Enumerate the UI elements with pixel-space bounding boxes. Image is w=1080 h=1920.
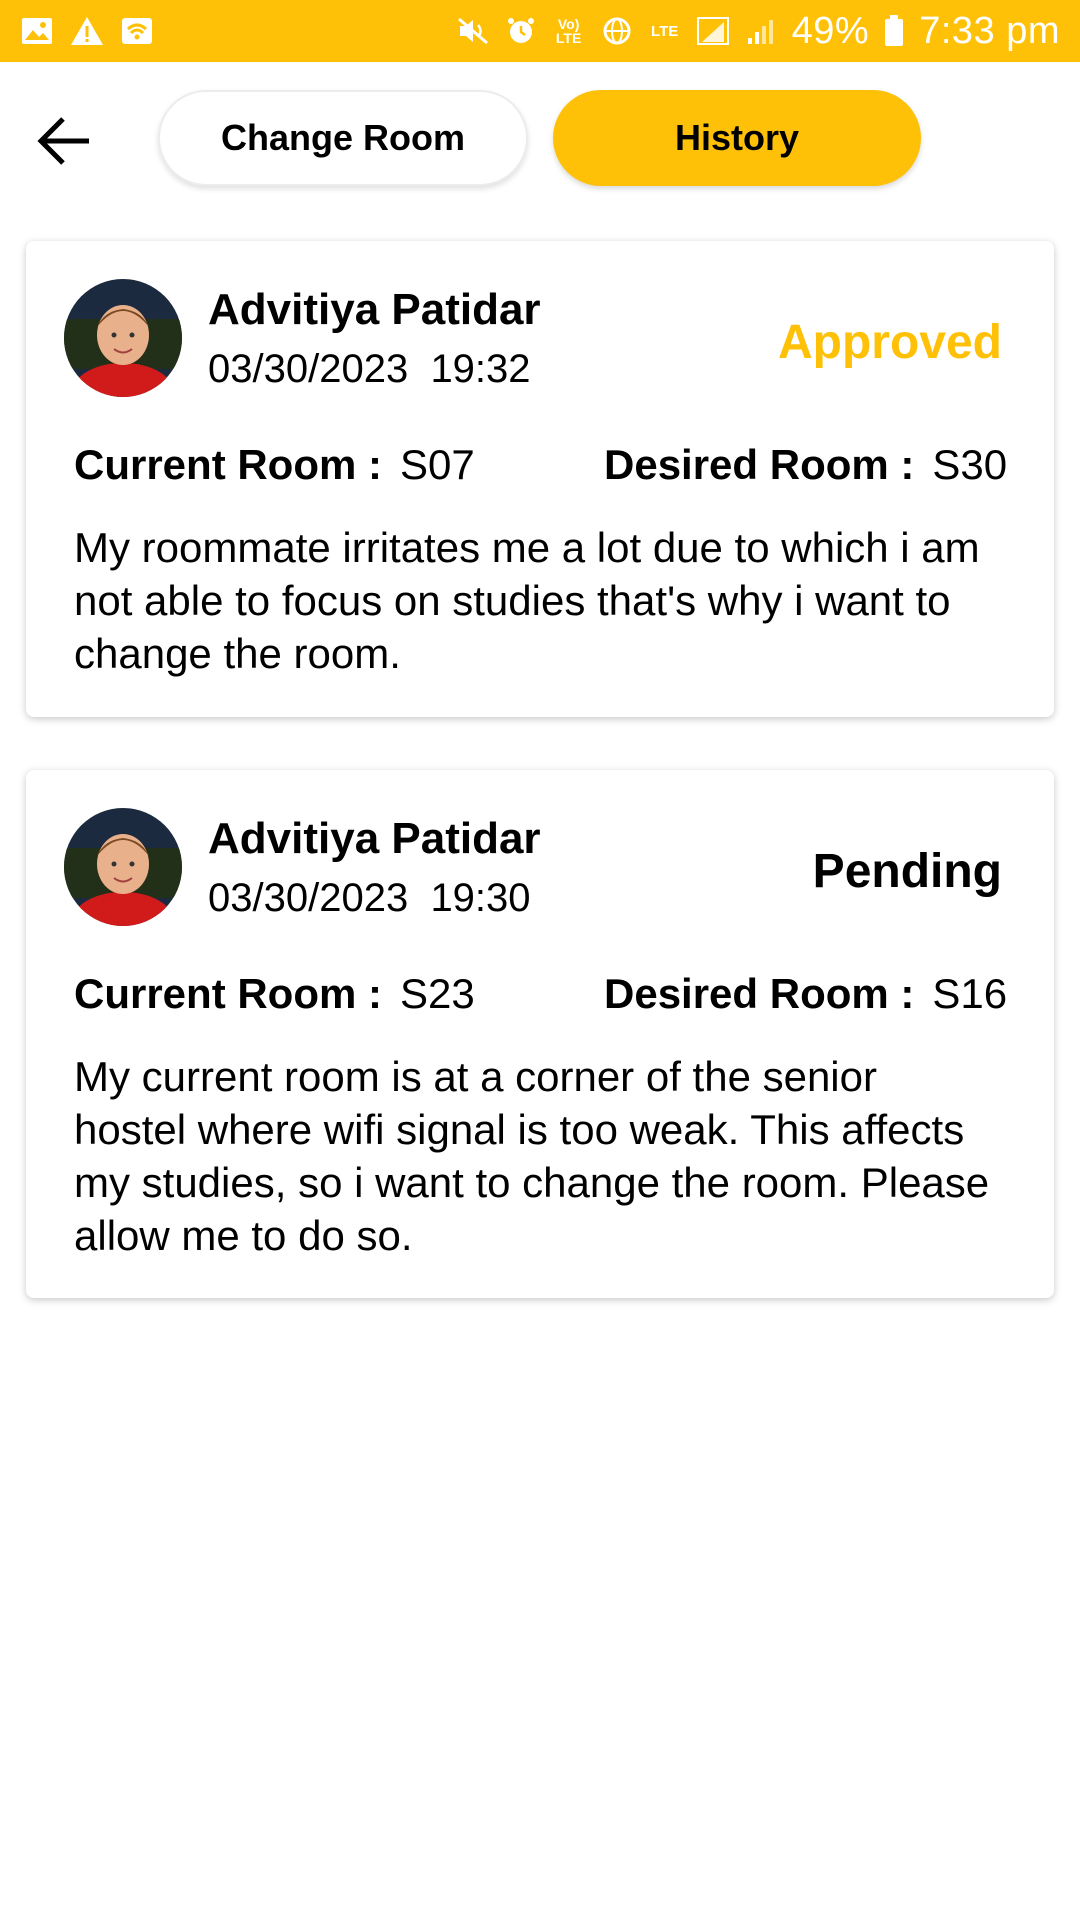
status-badge: Approved xyxy=(777,316,1002,369)
current-room: Current Room : S23 xyxy=(74,970,475,1018)
request-reason: My current room is at a corner of the se… xyxy=(74,1053,990,1259)
request-card: Advitiya Patidar 03/30/2023 19:32 Approv… xyxy=(26,241,1054,717)
desired-room-label: Desired Room : xyxy=(604,970,915,1017)
alarm-icon xyxy=(504,16,538,46)
signal-bars-icon xyxy=(744,16,778,46)
tab-change-room[interactable]: Change Room xyxy=(158,90,528,186)
volte-icon: Vo) LTE xyxy=(555,16,582,46)
desired-room: Desired Room : S16 xyxy=(604,970,1007,1018)
current-room-value: S07 xyxy=(400,441,475,488)
current-room: Current Room : S07 xyxy=(74,441,475,489)
request-time: 19:32 xyxy=(430,347,531,391)
battery-percent: 49% xyxy=(791,9,870,52)
current-room-label: Current Room : xyxy=(74,441,382,488)
globe-icon xyxy=(600,16,634,46)
wifi-icon xyxy=(120,16,154,46)
image-icon xyxy=(20,16,54,46)
desired-room-label: Desired Room : xyxy=(604,441,915,488)
request-datetime: 03/30/2023 19:30 xyxy=(208,876,531,921)
arrow-left-icon xyxy=(37,117,89,165)
avatar xyxy=(64,279,182,397)
requester-name: Advitiya Patidar xyxy=(208,814,541,863)
tab-history[interactable]: History xyxy=(553,90,921,186)
requester-name: Advitiya Patidar xyxy=(208,285,541,334)
top-toolbar: Change Room History xyxy=(0,62,1080,222)
request-date: 03/30/2023 xyxy=(208,876,409,920)
warning-icon xyxy=(70,16,104,46)
mute-icon xyxy=(456,16,490,46)
desired-room-value: S16 xyxy=(932,970,1008,1017)
avatar xyxy=(64,808,182,926)
desired-room: Desired Room : S30 xyxy=(604,441,1007,489)
request-reason: My roommate irritates me a lot due to wh… xyxy=(74,524,980,677)
lte-icon: LTE xyxy=(651,22,679,40)
request-datetime: 03/30/2023 19:32 xyxy=(208,347,531,392)
request-date: 03/30/2023 xyxy=(208,347,409,391)
back-button[interactable] xyxy=(30,106,100,176)
request-time: 19:30 xyxy=(430,876,531,920)
current-room-value: S23 xyxy=(400,970,475,1017)
status-bar: Vo) LTE LTE 49% 7:33 pm xyxy=(0,0,1080,62)
desired-room-value: S30 xyxy=(932,441,1008,488)
current-room-label: Current Room : xyxy=(74,970,382,1017)
request-card: Advitiya Patidar 03/30/2023 19:30 Pendin… xyxy=(26,770,1054,1298)
battery-icon xyxy=(883,15,905,46)
status-badge: Pending xyxy=(812,845,1002,898)
signal-icon xyxy=(696,16,730,46)
clock: 7:33 pm xyxy=(919,9,1060,52)
